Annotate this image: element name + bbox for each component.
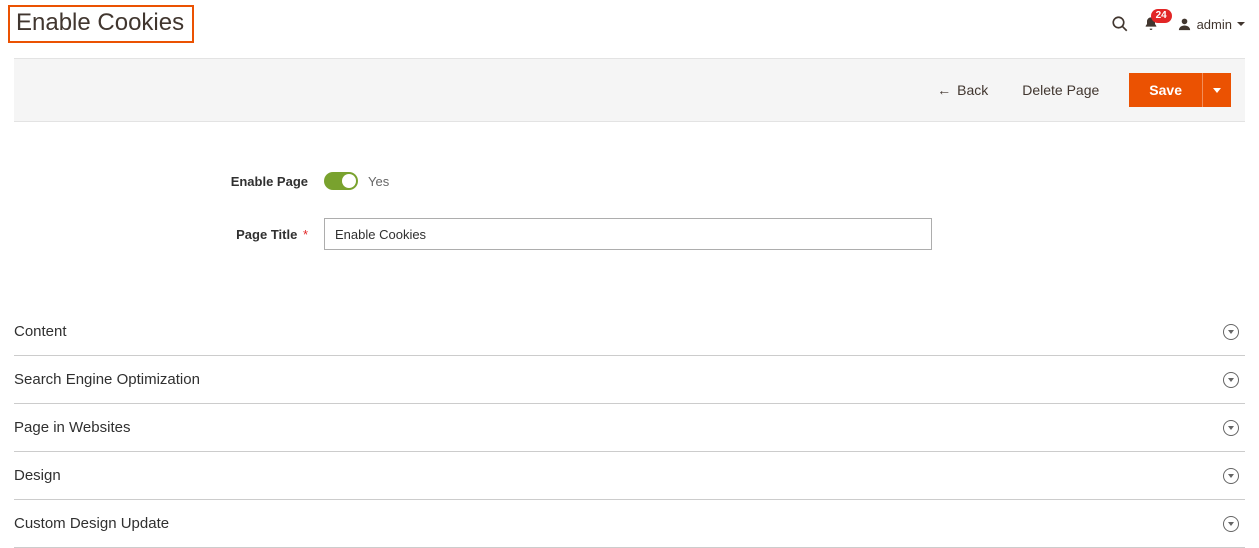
- page-title-label: Page Title *: [14, 227, 324, 242]
- back-label: Back: [957, 82, 988, 98]
- top-bar: Enable Cookies 24 admin: [0, 0, 1259, 48]
- delete-page-button[interactable]: Delete Page: [1008, 74, 1113, 106]
- chevron-down-icon: [1223, 516, 1239, 532]
- enable-page-row: Enable Page Yes: [14, 172, 1245, 190]
- section-page-in-websites[interactable]: Page in Websites: [14, 404, 1245, 452]
- section-seo[interactable]: Search Engine Optimization: [14, 356, 1245, 404]
- section-design[interactable]: Design: [14, 452, 1245, 500]
- save-dropdown-button[interactable]: [1202, 73, 1231, 107]
- user-name: admin: [1197, 17, 1232, 32]
- enable-page-toggle[interactable]: [324, 172, 358, 190]
- section-title: Content: [14, 323, 67, 340]
- section-title: Search Engine Optimization: [14, 371, 200, 388]
- enable-page-label: Enable Page: [14, 174, 324, 189]
- user-menu[interactable]: admin: [1177, 17, 1245, 32]
- arrow-left-icon: ←: [937, 83, 951, 97]
- section-title: Design: [14, 467, 61, 484]
- enable-page-value: Yes: [368, 174, 389, 189]
- notifications-badge: 24: [1151, 9, 1172, 23]
- caret-down-icon: [1237, 22, 1245, 26]
- page-title-row: Page Title *: [14, 218, 1245, 250]
- caret-down-icon: [1213, 88, 1221, 93]
- enable-page-field: Yes: [324, 172, 389, 190]
- section-custom-design-update[interactable]: Custom Design Update: [14, 500, 1245, 548]
- save-button[interactable]: Save: [1129, 73, 1202, 107]
- section-title: Page in Websites: [14, 419, 130, 436]
- action-bar: ← Back Delete Page Save: [14, 58, 1245, 122]
- sections: Content Search Engine Optimization Page …: [0, 308, 1259, 548]
- page-title: Enable Cookies: [8, 5, 194, 44]
- chevron-down-icon: [1223, 372, 1239, 388]
- chevron-down-icon: [1223, 468, 1239, 484]
- delete-label: Delete Page: [1022, 82, 1099, 98]
- section-content[interactable]: Content: [14, 308, 1245, 356]
- required-mark: *: [299, 227, 308, 242]
- page-title-input[interactable]: [324, 218, 932, 250]
- top-icons: 24 admin: [1111, 15, 1245, 33]
- section-title: Custom Design Update: [14, 515, 169, 532]
- chevron-down-icon: [1223, 420, 1239, 436]
- back-button[interactable]: ← Back: [923, 74, 1002, 106]
- chevron-down-icon: [1223, 324, 1239, 340]
- search-icon[interactable]: [1111, 15, 1129, 33]
- save-group: Save: [1129, 73, 1231, 107]
- notifications-icon[interactable]: 24: [1143, 15, 1159, 33]
- form-area: Enable Page Yes Page Title *: [0, 122, 1259, 308]
- toggle-knob: [342, 174, 356, 188]
